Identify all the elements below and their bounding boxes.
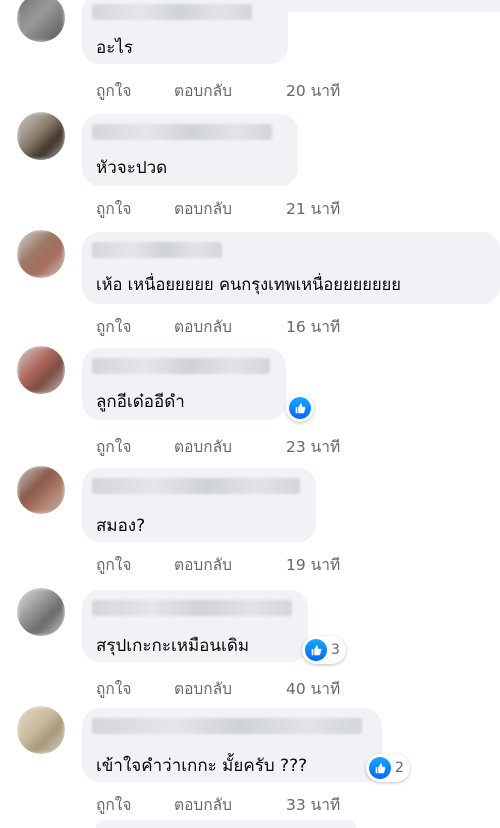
comment-timestamp[interactable]: 23 นาที xyxy=(286,434,340,459)
like-icon xyxy=(305,639,327,661)
like-button[interactable]: ถูกใจ xyxy=(96,78,131,103)
like-button[interactable]: ถูกใจ xyxy=(96,552,131,577)
comment-timestamp[interactable]: 19 นาที xyxy=(286,552,340,577)
reaction-summary[interactable]: 2 xyxy=(366,754,410,782)
comment-bubble: เห้อ เหนื่อยยยยย คนกรุงเทพเหนื่อยยยยยยย xyxy=(82,232,500,304)
comment-text: เห้อ เหนื่อยยยยย คนกรุงเทพเหนื่อยยยยยยย xyxy=(96,275,401,294)
reaction-summary[interactable]: 3 xyxy=(302,636,346,664)
reply-button[interactable]: ตอบกลับ xyxy=(174,314,232,339)
author-name-redacted[interactable] xyxy=(92,718,362,734)
like-icon xyxy=(289,397,311,419)
like-icon xyxy=(369,757,391,779)
author-name-redacted[interactable] xyxy=(92,600,292,616)
comment-text: สมอง? xyxy=(96,516,146,536)
comment-text: เข้าใจคำว่าเกกะ มั้ยครับ ??? xyxy=(96,756,308,776)
reply-button[interactable]: ตอบกลับ xyxy=(174,676,232,701)
reply-button[interactable]: ตอบกลับ xyxy=(174,196,232,221)
reply-button[interactable]: ตอบกลับ xyxy=(174,792,232,817)
avatar[interactable] xyxy=(17,0,65,42)
like-button[interactable]: ถูกใจ xyxy=(96,792,131,817)
avatar[interactable] xyxy=(17,706,65,754)
reply-button[interactable]: ตอบกลับ xyxy=(174,78,232,103)
author-name-redacted[interactable] xyxy=(92,124,272,140)
comment-bubble: เข้าใจคำว่าเกกะ มั้ยครับ ??? xyxy=(82,708,382,782)
comment-bubble: หัวจะปวด xyxy=(82,114,298,186)
comment-text: อะไร xyxy=(96,38,134,58)
comment-text: สรุปเกะกะเหมือนเดิม xyxy=(96,636,250,656)
author-name-redacted[interactable] xyxy=(92,478,300,494)
avatar[interactable] xyxy=(17,346,65,394)
reply-button[interactable]: ตอบกลับ xyxy=(174,552,232,577)
comment-bubble: สรุปเกะกะเหมือนเดิม xyxy=(82,590,308,662)
comment-text: ลูกอีเด๋ออีดำ xyxy=(96,392,185,412)
author-name-redacted[interactable] xyxy=(92,242,222,258)
avatar[interactable] xyxy=(17,230,65,278)
next-comment-bubble-edge xyxy=(96,820,356,828)
avatar[interactable] xyxy=(17,588,65,636)
comment-timestamp[interactable]: 21 นาที xyxy=(286,196,340,221)
author-name-redacted[interactable] xyxy=(92,4,252,20)
avatar[interactable] xyxy=(17,112,65,160)
comment-timestamp[interactable]: 33 นาที xyxy=(286,792,340,817)
comment-text: หัวจะปวด xyxy=(96,158,168,178)
author-name-redacted[interactable] xyxy=(92,358,270,374)
like-button[interactable]: ถูกใจ xyxy=(96,196,131,221)
avatar[interactable] xyxy=(17,466,65,514)
comment-bubble: สมอง? xyxy=(82,468,316,542)
reaction-count: 2 xyxy=(395,760,404,776)
like-button[interactable]: ถูกใจ xyxy=(96,676,131,701)
like-button[interactable]: ถูกใจ xyxy=(96,314,131,339)
comment-timestamp[interactable]: 16 นาที xyxy=(286,314,340,339)
comment-bubble: อะไร xyxy=(82,0,288,64)
comment-timestamp[interactable]: 40 นาที xyxy=(286,676,340,701)
reply-button[interactable]: ตอบกลับ xyxy=(174,434,232,459)
comment-timestamp[interactable]: 20 นาที xyxy=(286,78,340,103)
like-button[interactable]: ถูกใจ xyxy=(96,434,131,459)
comment-bubble: ลูกอีเด๋ออีดำ xyxy=(82,348,286,420)
reaction-summary[interactable] xyxy=(286,394,314,422)
reaction-count: 3 xyxy=(331,642,340,658)
